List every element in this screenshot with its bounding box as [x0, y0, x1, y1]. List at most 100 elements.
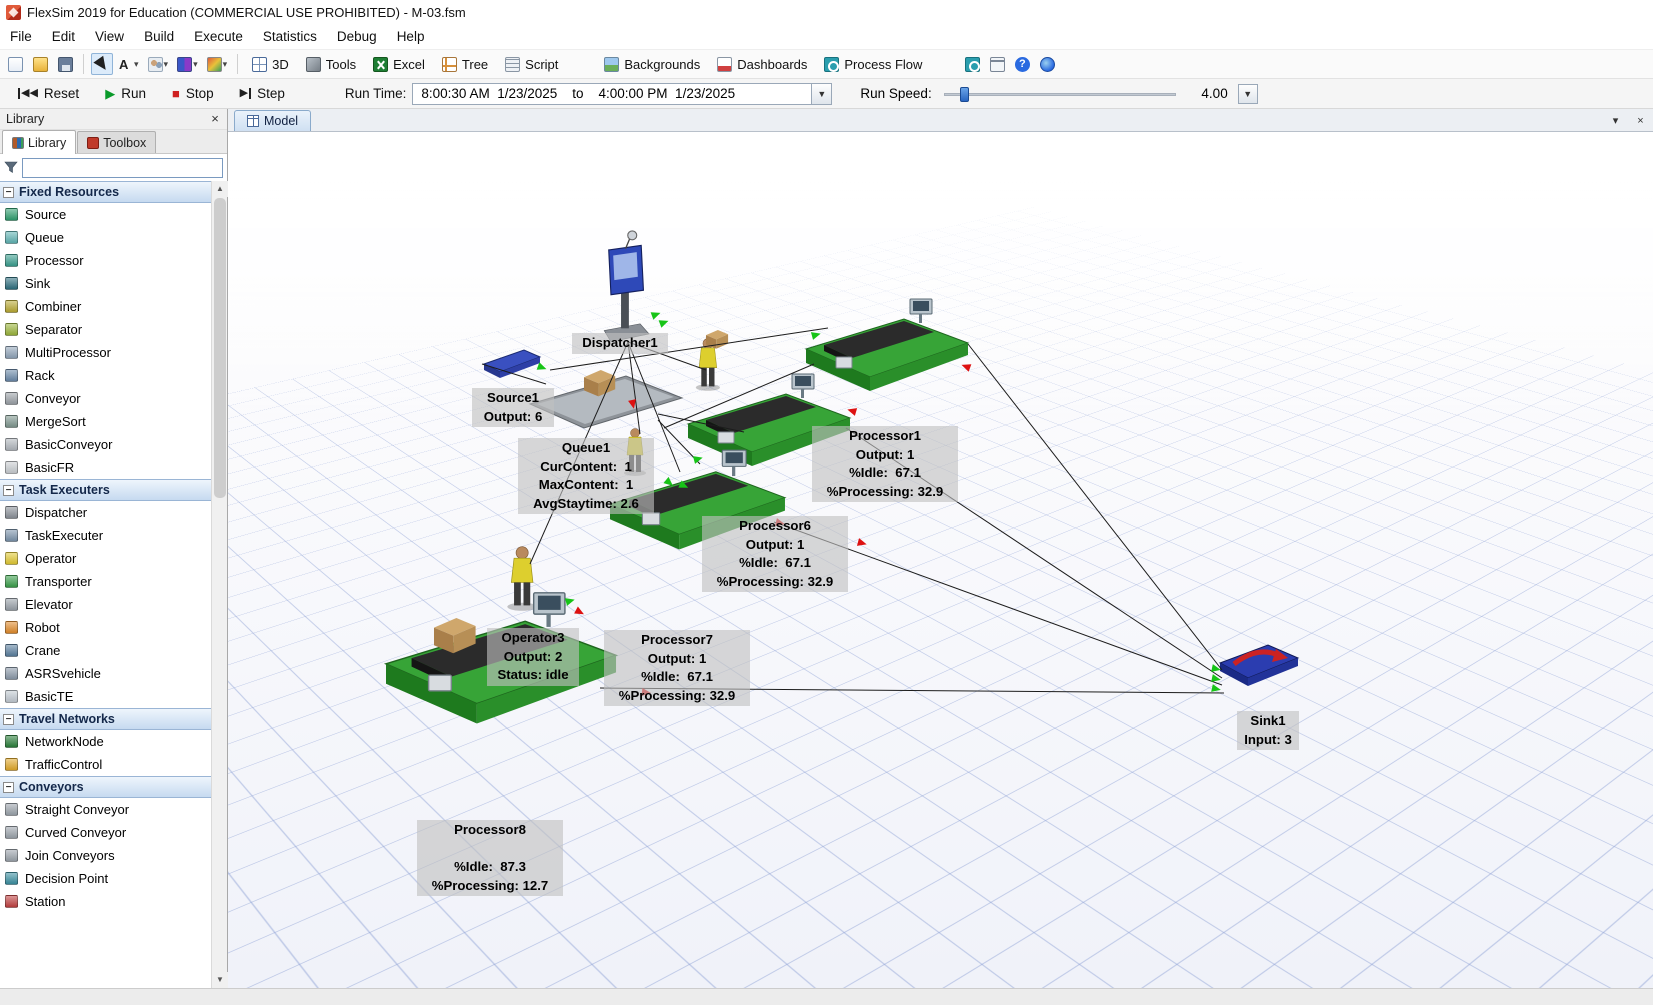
library-item-curved-conveyor[interactable]: Curved Conveyor — [0, 821, 211, 844]
library-item-label: TrafficControl — [25, 757, 102, 772]
scroll-up-button[interactable]: ▲ — [212, 181, 228, 197]
collapse-icon[interactable]: − — [3, 714, 14, 725]
library-item-join-conveyors[interactable]: Join Conveyors — [0, 844, 211, 867]
collapse-icon[interactable]: − — [3, 782, 14, 793]
menu-item-build[interactable]: Build — [134, 26, 184, 47]
tab-toolbox[interactable]: Toolbox — [77, 131, 156, 153]
library-item-networknode[interactable]: NetworkNode — [0, 730, 211, 753]
collapse-icon[interactable]: − — [3, 187, 14, 198]
online-button[interactable] — [1036, 53, 1058, 75]
library-item-multiprocessor[interactable]: MultiProcessor — [0, 341, 211, 364]
run-time-field[interactable]: 8:00:30 AM 1/23/2025 to 4:00:00 PM 1/23/… — [412, 83, 812, 105]
flow-nodes-button[interactable] — [961, 53, 983, 75]
run-time-value: 8:00:30 AM 1/23/2025 to 4:00:00 PM 1/23/… — [421, 86, 735, 101]
dashboards-icon — [717, 57, 732, 72]
model-3d-viewport[interactable]: Dispatcher1Source1Output: 6Queue1CurCont… — [228, 132, 1653, 988]
scroll-down-button[interactable]: ▼ — [212, 972, 228, 988]
tab-library[interactable]: Library — [2, 130, 76, 154]
library-item-elevator[interactable]: Elevator — [0, 593, 211, 616]
library-item-processor[interactable]: Processor — [0, 249, 211, 272]
menu-item-edit[interactable]: Edit — [42, 26, 85, 47]
library-item-straight-conveyor[interactable]: Straight Conveyor — [0, 798, 211, 821]
open-button[interactable] — [29, 53, 51, 75]
library-tabs: Library Toolbox — [0, 130, 227, 154]
library-item-rack[interactable]: Rack — [0, 364, 211, 387]
paint-tool-button[interactable]: ▾ — [204, 55, 231, 74]
section-header-conveyors[interactable]: −Conveyors — [0, 776, 211, 798]
tab-list-dropdown[interactable]: ▾ — [1607, 112, 1624, 129]
library-item-transporter[interactable]: Transporter — [0, 570, 211, 593]
library-item-label: Combiner — [25, 299, 81, 314]
library-item-label: Robot — [25, 620, 60, 635]
library-item-crane[interactable]: Crane — [0, 639, 211, 662]
slider-thumb[interactable] — [960, 87, 969, 102]
font-tool-button[interactable]: ▾ — [116, 55, 142, 74]
run-time-dropdown[interactable]: ▼ — [812, 83, 832, 105]
section-header-task-executers[interactable]: −Task Executers — [0, 479, 211, 501]
section-header-travel-networks[interactable]: −Travel Networks — [0, 708, 211, 730]
color-tool-button[interactable]: ▾ — [174, 55, 201, 74]
3d-label: 3D — [272, 57, 289, 72]
menu-item-help[interactable]: Help — [387, 26, 435, 47]
library-item-station[interactable]: Station — [0, 890, 211, 913]
people-tool-button[interactable]: ▾ — [145, 55, 172, 74]
menu-item-view[interactable]: View — [85, 26, 134, 47]
library-item-dispatcher[interactable]: Dispatcher — [0, 501, 211, 524]
library-item-queue[interactable]: Queue — [0, 226, 211, 249]
tools-button[interactable]: Tools — [299, 54, 363, 75]
library-item-combiner[interactable]: Combiner — [0, 295, 211, 318]
library-tab-label: Library — [28, 136, 66, 150]
section-header-fixed-resources[interactable]: −Fixed Resources — [0, 181, 211, 203]
3d-view-icon — [252, 57, 267, 72]
library-item-basicfr[interactable]: BasicFR — [0, 456, 211, 479]
join-conveyors-icon — [5, 849, 18, 862]
script-button[interactable]: Script — [498, 54, 565, 75]
process-flow-button[interactable]: Process Flow — [817, 54, 929, 75]
select-tool-button[interactable] — [91, 53, 113, 75]
library-item-label: ASRSvehicle — [25, 666, 101, 681]
library-item-separator[interactable]: Separator — [0, 318, 211, 341]
run-speed-dropdown[interactable]: ▼ — [1238, 84, 1258, 104]
library-item-conveyor[interactable]: Conveyor — [0, 387, 211, 410]
library-item-taskexecuter[interactable]: TaskExecuter — [0, 524, 211, 547]
stop-button[interactable]: ■Stop — [162, 82, 224, 105]
menu-item-debug[interactable]: Debug — [327, 26, 387, 47]
library-item-operator[interactable]: Operator — [0, 547, 211, 570]
library-item-robot[interactable]: Robot — [0, 616, 211, 639]
library-item-source[interactable]: Source — [0, 203, 211, 226]
library-item-trafficcontrol[interactable]: TrafficControl — [0, 753, 211, 776]
close-panel-button[interactable]: × — [207, 111, 223, 127]
scrollbar-thumb[interactable] — [214, 198, 226, 498]
library-item-basicconveyor[interactable]: BasicConveyor — [0, 433, 211, 456]
library-item-mergesort[interactable]: MergeSort — [0, 410, 211, 433]
backgrounds-button[interactable]: Backgrounds — [597, 54, 707, 75]
excel-button[interactable]: Excel — [366, 54, 432, 75]
tree-button[interactable]: Tree — [435, 54, 495, 75]
content-area: Library × Library Toolbox −Fixed Resourc… — [0, 109, 1653, 988]
run-speed-slider[interactable] — [944, 85, 1176, 103]
tab-model[interactable]: Model — [234, 110, 311, 131]
menu-item-file[interactable]: File — [0, 26, 42, 47]
library-item-sink[interactable]: Sink — [0, 272, 211, 295]
menu-item-statistics[interactable]: Statistics — [253, 26, 327, 47]
3d-button[interactable]: 3D — [245, 54, 296, 75]
dashboards-button[interactable]: Dashboards — [710, 54, 814, 75]
collapse-icon[interactable]: − — [3, 485, 14, 496]
library-item-decision-point[interactable]: Decision Point — [0, 867, 211, 890]
run-speed-value: 4.00 — [1188, 86, 1228, 101]
window-layout-button[interactable] — [986, 53, 1008, 75]
close-tab-button[interactable]: × — [1632, 112, 1649, 129]
step-button[interactable]: ▶Step — [230, 82, 295, 105]
run-button[interactable]: ▶Run — [95, 82, 156, 105]
scene-canvas — [228, 132, 1653, 988]
library-filter-input[interactable] — [22, 158, 223, 178]
menu-item-execute[interactable]: Execute — [184, 26, 253, 47]
library-item-label: Sink — [25, 276, 50, 291]
library-scrollbar[interactable]: ▲ ▼ — [211, 181, 227, 988]
reset-button[interactable]: ◀◀Reset — [8, 82, 89, 105]
library-item-basicte[interactable]: BasicTE — [0, 685, 211, 708]
help-button[interactable] — [1011, 53, 1033, 75]
library-item-asrsvehicle[interactable]: ASRSvehicle — [0, 662, 211, 685]
save-button[interactable] — [54, 53, 76, 75]
new-model-button[interactable] — [4, 53, 26, 75]
